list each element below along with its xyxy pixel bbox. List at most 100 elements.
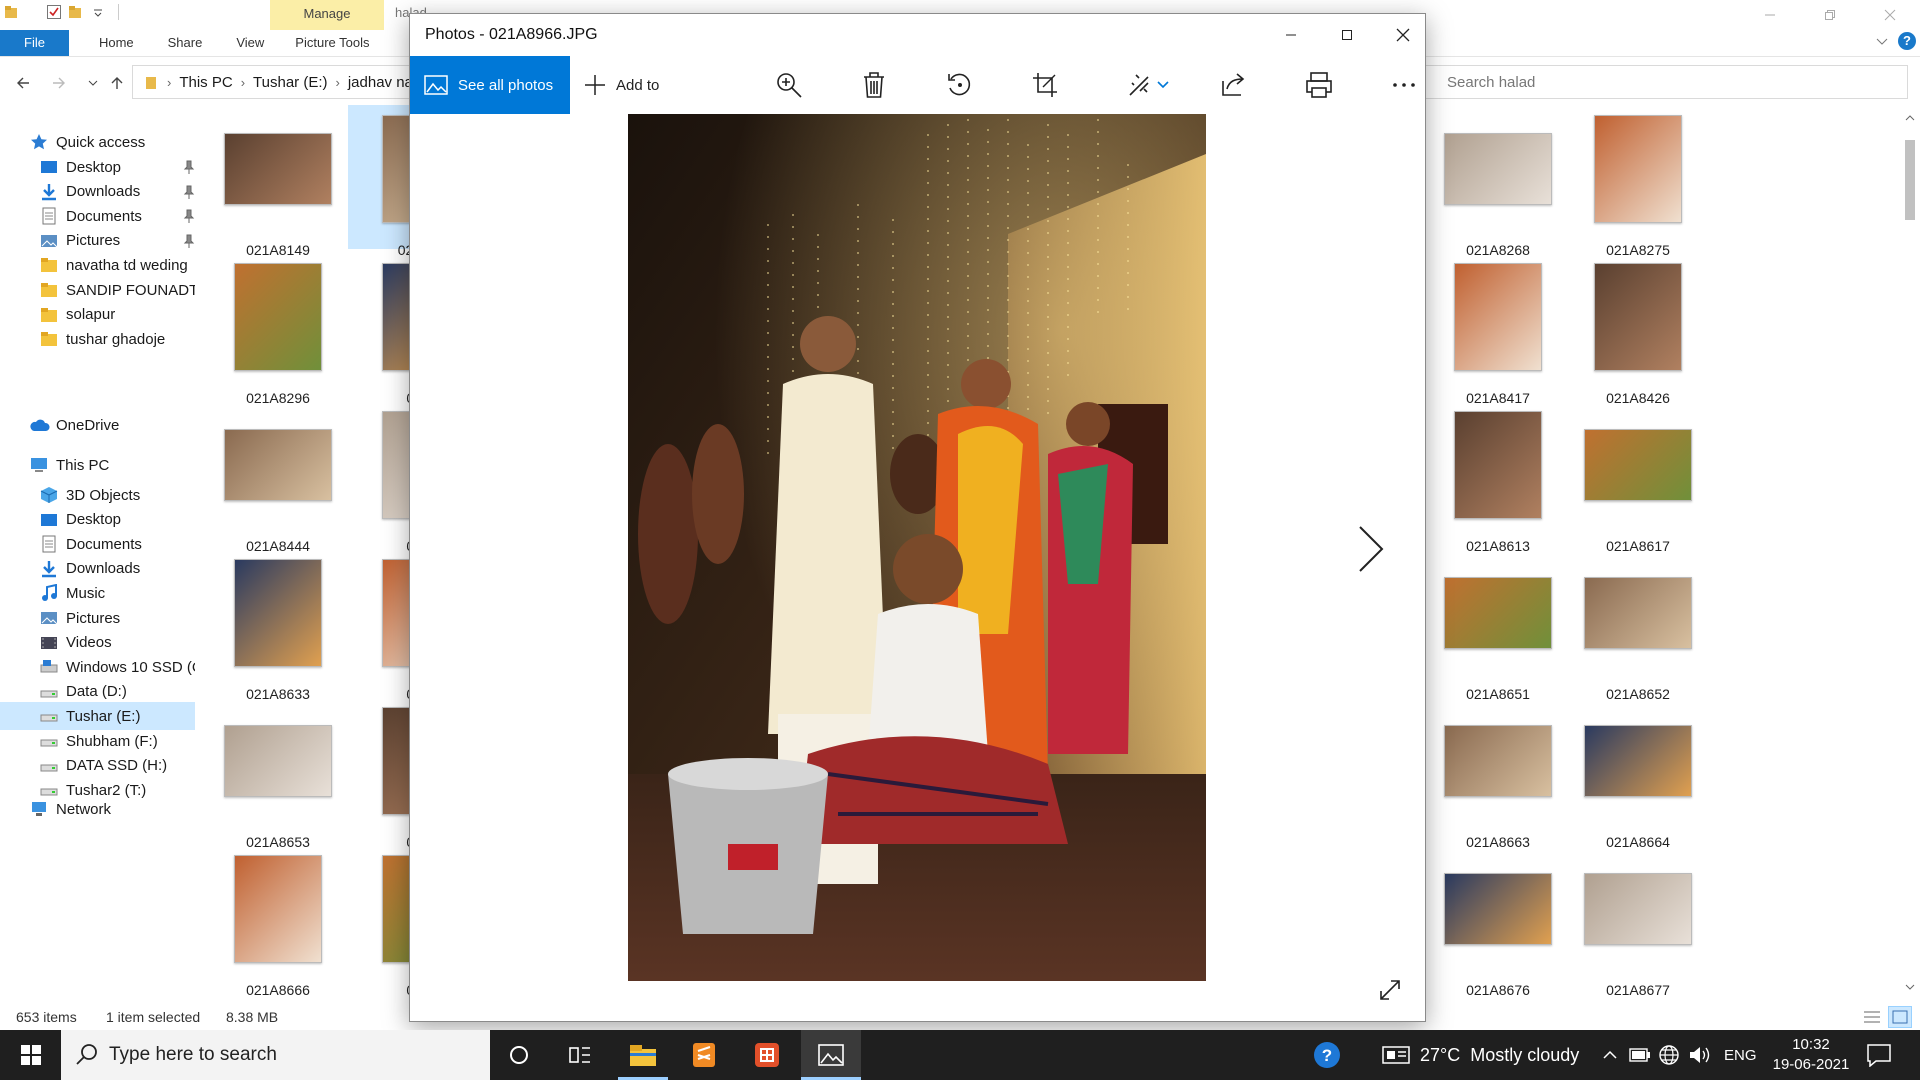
fullscreen-expand-icon[interactable] (1376, 976, 1404, 1004)
large-icons-view-icon[interactable] (1888, 1006, 1912, 1028)
photos-close-button[interactable] (1375, 14, 1425, 56)
volume-icon[interactable] (1688, 1030, 1710, 1080)
zoom-in-button[interactable] (774, 70, 804, 100)
file-tile[interactable]: 021A8426 (1568, 253, 1708, 406)
tab-picture-tools[interactable]: Picture Tools (283, 30, 381, 56)
vertical-scrollbar[interactable] (1900, 110, 1920, 995)
nav-label: Windows 10 SSD (C (66, 658, 195, 676)
file-tile[interactable]: 021A8275 (1568, 105, 1708, 258)
up-button[interactable] (106, 72, 128, 94)
weather-widget[interactable]: 27°C Mostly cloudy (1382, 1030, 1579, 1080)
file-tile[interactable]: 021A8613 (1428, 401, 1568, 554)
forward-button[interactable] (48, 72, 70, 94)
cortana-button[interactable] (495, 1030, 543, 1080)
back-button[interactable] (12, 72, 34, 94)
share-button[interactable] (1218, 70, 1248, 100)
nav-label: SANDIP FOUNADTIO (66, 281, 195, 299)
breadcrumb-this-pc[interactable]: This PC (179, 74, 232, 91)
tab-file[interactable]: File (0, 30, 69, 56)
nav-network[interactable]: Network (30, 795, 111, 823)
tab-share[interactable]: Share (151, 30, 220, 56)
desktop-folder-icon (40, 511, 58, 529)
file-tile[interactable]: 021A8653 (208, 697, 348, 850)
ribbon-expand-icon[interactable] (1874, 33, 1890, 49)
file-thumbnail (1444, 133, 1552, 205)
file-thumbnail (1584, 725, 1692, 797)
nav-label: Videos (66, 634, 112, 652)
file-thumbnail (1594, 263, 1682, 371)
file-tile[interactable]: 021A8444 (208, 401, 348, 554)
tab-home[interactable]: Home (69, 30, 151, 56)
next-photo-button[interactable] (1348, 519, 1388, 579)
more-options-button[interactable] (1389, 70, 1419, 100)
print-button[interactable] (1304, 70, 1334, 100)
input-language[interactable]: ENG (1724, 1030, 1757, 1080)
pin-icon[interactable] (183, 234, 195, 248)
search-input[interactable]: Search halad (1412, 65, 1908, 99)
file-tile[interactable]: 021A8617 (1568, 401, 1708, 554)
see-all-photos-button[interactable]: See all photos (410, 56, 570, 114)
details-view-icon[interactable] (1862, 1008, 1882, 1026)
file-tile[interactable]: 021A8651 (1428, 549, 1568, 702)
explorer-restore-button[interactable] (1800, 0, 1860, 30)
folder-icon[interactable] (4, 4, 20, 20)
file-tile[interactable]: 021A8666 (208, 845, 348, 998)
nav-this-pc[interactable]: This PC (30, 451, 109, 479)
nav-onedrive[interactable]: OneDrive (30, 411, 119, 439)
file-tile[interactable]: 021A8268 (1428, 105, 1568, 258)
file-thumbnail (1444, 873, 1552, 945)
add-to-button[interactable]: Add to (584, 56, 659, 114)
nav-label: Documents (66, 535, 142, 553)
edit-create-button[interactable] (1125, 70, 1155, 100)
nav-quick-item[interactable]: tushar ghadoje (40, 325, 195, 353)
explorer-minimize-button[interactable] (1740, 0, 1800, 30)
app-taskbar-icon[interactable] (742, 1030, 792, 1080)
nav-label: navatha td weding (66, 256, 188, 274)
file-tile[interactable]: 021A8664 (1568, 697, 1708, 850)
photos-minimize-button[interactable] (1263, 14, 1319, 56)
file-tile[interactable]: 021A8663 (1428, 697, 1568, 850)
edit-dropdown-icon[interactable] (1154, 70, 1172, 100)
selection-size: 8.38 MB (226, 1009, 279, 1025)
clock[interactable]: 10:32 19-06-2021 (1766, 1030, 1856, 1080)
breadcrumb-drive[interactable]: Tushar (E:) (253, 74, 327, 91)
file-tile[interactable]: 021A8677 (1568, 845, 1708, 998)
nav-quick-access[interactable]: Quick access (30, 128, 145, 156)
taskbar-search-input[interactable]: Type here to search (61, 1030, 490, 1080)
crop-button[interactable] (1030, 70, 1060, 100)
tab-view[interactable]: View (219, 30, 281, 56)
properties-icon[interactable] (46, 4, 62, 20)
start-button[interactable] (0, 1030, 61, 1080)
nav-label: Desktop (66, 158, 122, 176)
photo-viewer-image[interactable] (628, 114, 1206, 981)
notifications-button[interactable] (1866, 1030, 1892, 1080)
show-hidden-icons-button[interactable] (1602, 1030, 1618, 1080)
pin-icon[interactable] (183, 185, 195, 199)
new-folder-icon[interactable] (68, 4, 84, 20)
photos-taskbar-icon[interactable] (801, 1030, 861, 1080)
sublime-text-taskbar-icon[interactable] (679, 1030, 729, 1080)
rotate-button[interactable] (945, 70, 975, 100)
file-tile[interactable]: 021A8633 (208, 549, 348, 702)
battery-icon[interactable] (1629, 1030, 1651, 1080)
recent-locations-button[interactable] (82, 72, 104, 94)
file-tile[interactable]: 021A8149 (208, 105, 348, 258)
file-tile[interactable]: 021A8652 (1568, 549, 1708, 702)
delete-button[interactable] (859, 70, 889, 100)
pin-icon[interactable] (183, 209, 195, 224)
task-view-button[interactable] (555, 1030, 605, 1080)
file-tile[interactable]: 021A8676 (1428, 845, 1568, 998)
breadcrumb-folder[interactable]: jadhav na (348, 74, 413, 91)
file-tile[interactable]: 021A8417 (1428, 253, 1568, 406)
explorer-close-button[interactable] (1860, 0, 1920, 30)
pin-icon[interactable] (183, 160, 195, 174)
folder-icon (40, 330, 58, 348)
customize-qat-icon[interactable] (90, 4, 106, 20)
file-tile[interactable]: 021A8296 (208, 253, 348, 406)
file-explorer-taskbar-icon[interactable] (618, 1030, 668, 1080)
network-globe-icon[interactable] (1658, 1030, 1680, 1080)
photos-maximize-button[interactable] (1319, 14, 1375, 56)
help-tray-icon[interactable]: ? (1312, 1030, 1342, 1080)
manage-context-tab[interactable]: Manage (270, 0, 384, 30)
help-icon[interactable]: ? (1898, 32, 1916, 50)
